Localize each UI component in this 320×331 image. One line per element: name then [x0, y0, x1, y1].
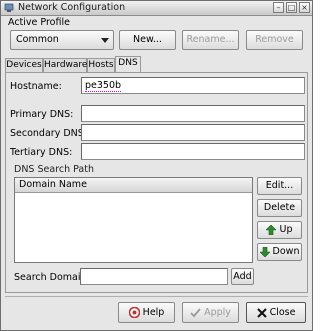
profile-combo[interactable]: Common — [10, 30, 114, 50]
dropdown-arrow-icon — [101, 38, 109, 43]
close-icon[interactable]: × — [299, 2, 310, 13]
tab-hosts-label: Hosts — [88, 60, 114, 70]
search-path-list[interactable]: Domain Name — [14, 177, 253, 263]
profile-current-value: Common — [16, 34, 59, 45]
up-arrow-icon — [266, 224, 277, 235]
hostname-value: pe350b — [85, 80, 122, 92]
tab-devices-label: Devices — [6, 60, 42, 70]
hostname-label: Hostname: — [10, 81, 62, 92]
network-configuration-window: Network Configuration – □ × Active Profi… — [0, 0, 313, 331]
down-arrow-icon — [259, 246, 270, 257]
close-button-label: Close — [269, 307, 296, 318]
window-title: Network Configuration — [18, 2, 126, 13]
title-bar[interactable]: Network Configuration – □ × — [1, 1, 312, 16]
new-profile-label: New... — [133, 34, 162, 45]
close-x-icon — [256, 307, 267, 318]
tab-hardware[interactable]: Hardware — [43, 58, 87, 73]
tab-dns[interactable]: DNS — [115, 56, 141, 73]
help-button-label: Help — [142, 307, 165, 318]
edit-button-label: Edit... — [265, 180, 294, 191]
dns-panel: Hostname: pe350b Primary DNS: Secondary … — [5, 72, 308, 293]
tab-devices[interactable]: Devices — [5, 58, 43, 73]
remove-profile-label: Remove — [255, 34, 294, 45]
down-button-label: Down — [272, 246, 300, 257]
help-icon — [128, 307, 140, 318]
primary-dns-label: Primary DNS: — [10, 109, 74, 120]
apply-check-icon — [190, 307, 201, 317]
up-button[interactable]: Up — [257, 221, 302, 239]
tertiary-dns-label: Tertiary DNS: — [10, 147, 73, 158]
tab-dns-label: DNS — [118, 58, 138, 68]
close-button[interactable]: Close — [246, 302, 306, 323]
rename-profile-label: Rename... — [186, 34, 235, 45]
down-button[interactable]: Down — [257, 243, 302, 261]
edit-button[interactable]: Edit... — [257, 177, 302, 195]
search-domain-label: Search Domain: — [14, 272, 90, 283]
footer-separator — [5, 296, 308, 297]
apply-button-label: Apply — [204, 307, 231, 318]
search-domain-field[interactable] — [80, 268, 228, 285]
network-icon — [4, 3, 14, 12]
tertiary-dns-field[interactable] — [81, 143, 305, 160]
hostname-field[interactable]: pe350b — [81, 77, 305, 94]
delete-button[interactable]: Delete — [257, 199, 302, 217]
rename-profile-button[interactable]: Rename... — [182, 30, 239, 50]
add-button[interactable]: Add — [231, 268, 254, 285]
remove-profile-button[interactable]: Remove — [246, 30, 303, 50]
secondary-dns-label: Secondary DNS: — [10, 128, 87, 139]
help-button[interactable]: Help — [118, 302, 175, 323]
hostname-label-text: Hostname: — [10, 81, 62, 92]
domain-name-column-header[interactable]: Domain Name — [15, 178, 252, 193]
dns-search-path-label: DNS Search Path — [14, 164, 94, 175]
secondary-dns-field[interactable] — [81, 124, 305, 141]
maximize-icon[interactable]: □ — [286, 2, 297, 13]
add-button-label: Add — [233, 271, 252, 282]
new-profile-button[interactable]: New... — [119, 30, 176, 50]
delete-button-label: Delete — [263, 202, 296, 213]
tab-hardware-label: Hardware — [44, 60, 88, 70]
primary-dns-field[interactable] — [81, 105, 305, 122]
domain-name-column-label: Domain Name — [19, 179, 87, 190]
apply-button[interactable]: Apply — [182, 302, 239, 323]
active-profile-label: Active Profile — [8, 17, 70, 28]
minimize-icon[interactable]: – — [273, 2, 284, 13]
up-button-label: Up — [279, 224, 293, 235]
tab-hosts[interactable]: Hosts — [87, 58, 115, 73]
